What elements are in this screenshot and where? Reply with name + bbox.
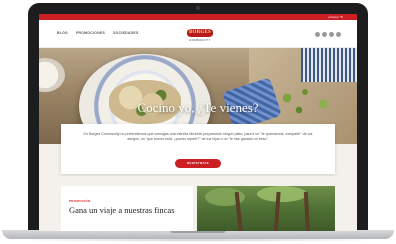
instagram-icon[interactable] <box>329 32 334 37</box>
borges-community-logo[interactable]: BORGES COMMUNITY <box>185 29 215 43</box>
intro-card: En Borges Community no pretendemos que c… <box>61 124 335 174</box>
promo-section: PROMOCIÓN Gana un viaje a nuestras finca… <box>39 176 357 231</box>
nav-item-sociedades[interactable]: SOCIEDADES <box>113 31 138 35</box>
logo-subtitle: COMMUNITY <box>189 38 211 42</box>
tree-trunk <box>303 191 311 231</box>
pinterest-icon[interactable] <box>336 32 341 37</box>
nav-item-blog[interactable]: BLOG <box>57 31 68 35</box>
twitter-icon[interactable] <box>322 32 327 37</box>
intro-text: En Borges Community no pretendemos que c… <box>83 132 313 141</box>
hero-title: Cocino yo, ¿Te vienes? <box>137 100 259 115</box>
nav-item-promociones[interactable]: PROMOCIONES <box>76 31 105 35</box>
main-navigation: BLOG PROMOCIONES SOCIEDADES BORGES COMMU… <box>39 20 357 48</box>
facebook-icon[interactable] <box>315 32 320 37</box>
promo-title[interactable]: Gana un viaje a nuestras fincas <box>69 205 175 215</box>
hero-napkin-image <box>301 48 357 82</box>
website-screen: ¡Únete! ✉ BLOG PROMOCIONES SOCIEDADES BO… <box>39 14 357 231</box>
logo-brand: BORGES <box>187 29 213 37</box>
laptop-mockup: ¡Únete! ✉ BLOG PROMOCIONES SOCIEDADES BO… <box>0 0 396 244</box>
camera-icon <box>196 6 200 10</box>
hero-bowl-image <box>39 58 65 92</box>
nav-menu: BLOG PROMOCIONES SOCIEDADES <box>57 31 139 35</box>
foliage <box>257 186 307 202</box>
promo-card[interactable]: PROMOCIÓN Gana un viaje a nuestras finca… <box>61 186 193 231</box>
social-links <box>315 32 341 37</box>
promo-tag: PROMOCIÓN <box>69 199 91 203</box>
promo-orchard-image[interactable] <box>197 186 335 231</box>
register-button[interactable]: REGÍSTRATE <box>175 159 221 168</box>
